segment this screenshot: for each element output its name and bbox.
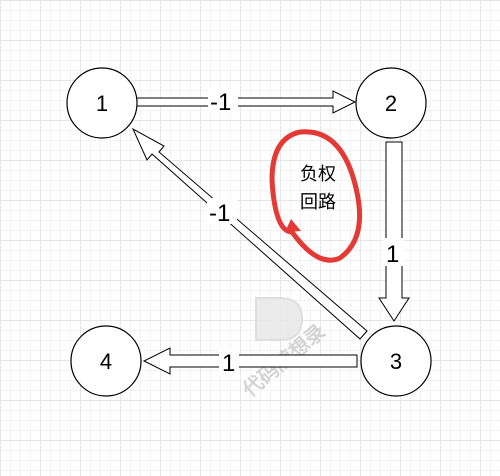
node-1: 1 [66,67,138,139]
edge-label-3-4: 1 [222,350,235,377]
cycle-label-line2: 回路 [300,192,336,213]
watermark-logo-icon [255,297,304,341]
watermark: 代码随想录 [237,297,330,402]
cycle-label-line1: 负权 [300,164,336,185]
node-2: 2 [355,67,427,139]
node-label-2: 2 [385,91,397,116]
edge-label-3-1: -1 [209,200,230,227]
cycle-arrowhead-icon [285,219,301,232]
edge-label-2-3: 1 [386,241,399,268]
edge-label-1-2: -1 [210,89,231,116]
node-label-4: 4 [100,349,112,374]
edge-1-2 [133,90,357,114]
negative-cycle-annotation: 负权 回路 [269,129,363,263]
node-4: 4 [70,325,142,397]
node-3: 3 [360,325,432,397]
node-label-3: 3 [390,349,402,374]
node-label-1: 1 [96,91,108,116]
edge-3-4 [142,347,358,375]
diagram-canvas: 代码随想录 -1 1 -1 1 1 2 3 4 负 [0,0,500,476]
edge-3-1 [131,127,368,340]
graph-svg: 代码随想录 -1 1 -1 1 1 2 3 4 负 [66,67,432,402]
edge-2-3 [378,141,410,322]
